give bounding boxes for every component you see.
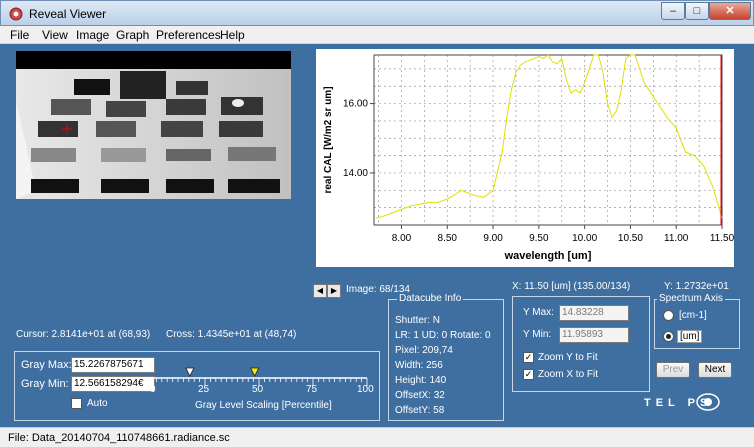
y-axis-label: real CAL [W/m2 sr um] <box>323 86 334 193</box>
menu-file[interactable]: File <box>10 28 29 42</box>
gray-tick-0: 0 <box>150 384 156 395</box>
image-next-arrow-icon[interactable]: ▶ <box>327 284 341 298</box>
app-icon <box>9 7 23 21</box>
x-axis-label: wavelength [um] <box>504 250 592 262</box>
x-tick-label-0: 8.00 <box>392 233 412 244</box>
prev-button[interactable]: Prev <box>656 362 690 378</box>
y-min-label: Y Min: <box>523 329 552 340</box>
gray-tick-25: 25 <box>198 384 210 395</box>
gray-min-label: Gray Min: <box>21 378 69 390</box>
gray-tick-50: 50 <box>252 384 264 395</box>
minimize-button[interactable]: – <box>661 2 685 20</box>
spectrum-chart: 8.00 8.50 9.00 9.50 10.00 10.50 11.00 11.50 14.0… <box>323 54 734 262</box>
status-bar: File: Data_20140704_110748661.radiance.s… <box>0 427 754 447</box>
gray-max-input[interactable]: 15.2267875671 <box>71 357 155 373</box>
gray-tick-75: 75 <box>306 384 318 395</box>
datacube-width: Width: 256 <box>395 360 443 371</box>
window-title: Reveal Viewer <box>29 7 107 21</box>
x-tick-label-1: 8.50 <box>438 233 458 244</box>
status-file-path: File: Data_20140704_110748661.radiance.s… <box>8 432 230 444</box>
plot-frame <box>373 54 723 226</box>
auto-label: Auto <box>87 398 108 409</box>
x-tick-label-5: 10.50 <box>618 233 643 244</box>
thermal-image-drawing <box>16 51 291 199</box>
y-tick-label-1: 16.00 <box>343 99 368 110</box>
logo-eye-icon <box>696 393 720 411</box>
cross-readout: Cross: 1.4345e+01 at (48,74) <box>166 329 297 340</box>
axis-cm-radio[interactable] <box>663 310 674 321</box>
thermal-image[interactable] <box>16 51 291 199</box>
axis-cm-label: [cm-1] <box>679 310 707 321</box>
auto-checkbox[interactable] <box>71 398 82 409</box>
datacube-shutter: Shutter: N <box>395 315 441 326</box>
y-readout: Y: 1.2732e+01 <box>664 281 729 292</box>
title-bar: Reveal Viewer – □ ✕ <box>0 0 754 26</box>
next-button[interactable]: Next <box>698 362 732 378</box>
gray-high-marker-icon <box>250 367 260 377</box>
x-tick-label-4: 10.00 <box>572 233 597 244</box>
menu-preferences[interactable]: Preferences <box>156 28 221 42</box>
zoom-x-label: Zoom X to Fit <box>538 369 599 380</box>
image-nav-buttons: ◀ ▶ <box>313 284 341 298</box>
x-readout: X: 11.50 [um] (135.00/134) <box>512 281 631 292</box>
y-tick-label-0: 14.00 <box>343 168 368 179</box>
datacube-info-group: Datacube Info Shutter: N LR: 1 UD: 0 Rot… <box>388 293 504 421</box>
datacube-offsetx: OffsetX: 32 <box>395 390 445 401</box>
gray-low-marker-icon <box>185 367 195 377</box>
zoom-group: Y Max: 14.83228 Y Min: 11.95893 ✓ Zoom Y… <box>512 296 650 392</box>
close-button[interactable]: ✕ <box>709 2 751 20</box>
telops-logo: TEL PS <box>640 388 744 416</box>
maximize-button[interactable]: □ <box>685 2 709 20</box>
zoom-y-checkbox[interactable]: ✓ <box>523 352 534 363</box>
axis-um-radio[interactable] <box>663 331 674 342</box>
zoom-x-checkbox[interactable]: ✓ <box>523 369 534 380</box>
menu-view[interactable]: View <box>42 28 68 42</box>
axis-um-label: [um] <box>677 330 703 343</box>
spectrum-plot[interactable]: 8.00 8.50 9.00 9.50 10.00 10.50 11.00 11.50 14.0… <box>316 49 734 267</box>
gray-max-label: Gray Max: <box>21 359 72 371</box>
gray-min-input[interactable]: 12.566158294€ <box>71 376 155 392</box>
gray-level-group: Gray Max: 15.2267875671 Gray Min: 12.566… <box>14 351 380 421</box>
menu-help[interactable]: Help <box>220 28 245 42</box>
menu-bar: File View Image Graph Preferences Help <box>0 26 754 44</box>
menu-image[interactable]: Image <box>76 28 109 42</box>
menu-graph[interactable]: Graph <box>116 28 149 42</box>
x-tick-label-7: 11.50 <box>710 233 734 244</box>
y-max-input[interactable]: 14.83228 <box>559 305 629 321</box>
spectrum-axis-group: Spectrum Axis [cm-1] [um] <box>654 293 740 349</box>
zoom-y-label: Zoom Y to Fit <box>538 352 598 363</box>
cursor-readout: Cursor: 2.8141e+01 at (68,93) <box>16 329 151 340</box>
datacube-pixel: Pixel: 209,74 <box>395 345 453 356</box>
y-max-label: Y Max: <box>523 307 554 318</box>
datacube-offsety: OffsetY: 58 <box>395 405 445 416</box>
gray-scale-caption: Gray Level Scaling [Percentile] <box>195 400 332 411</box>
x-tick-label-6: 11.00 <box>664 233 689 244</box>
spectrum-axis-title: Spectrum Axis <box>657 293 725 304</box>
y-min-input[interactable]: 11.95893 <box>559 327 629 343</box>
main-panel: 8.00 8.50 9.00 9.50 10.00 10.50 11.00 11.50 14.0… <box>0 44 754 427</box>
datacube-orientation: LR: 1 UD: 0 Rotate: 0 <box>395 330 491 341</box>
gray-tick-100: 100 <box>357 384 374 395</box>
x-tick-label-2: 9.00 <box>483 233 503 244</box>
datacube-info-title: Datacube Info <box>397 293 464 304</box>
x-tick-label-3: 9.50 <box>529 233 549 244</box>
datacube-height: Height: 140 <box>395 375 447 386</box>
spectrum-series-line <box>375 54 723 219</box>
image-prev-arrow-icon[interactable]: ◀ <box>313 284 327 298</box>
